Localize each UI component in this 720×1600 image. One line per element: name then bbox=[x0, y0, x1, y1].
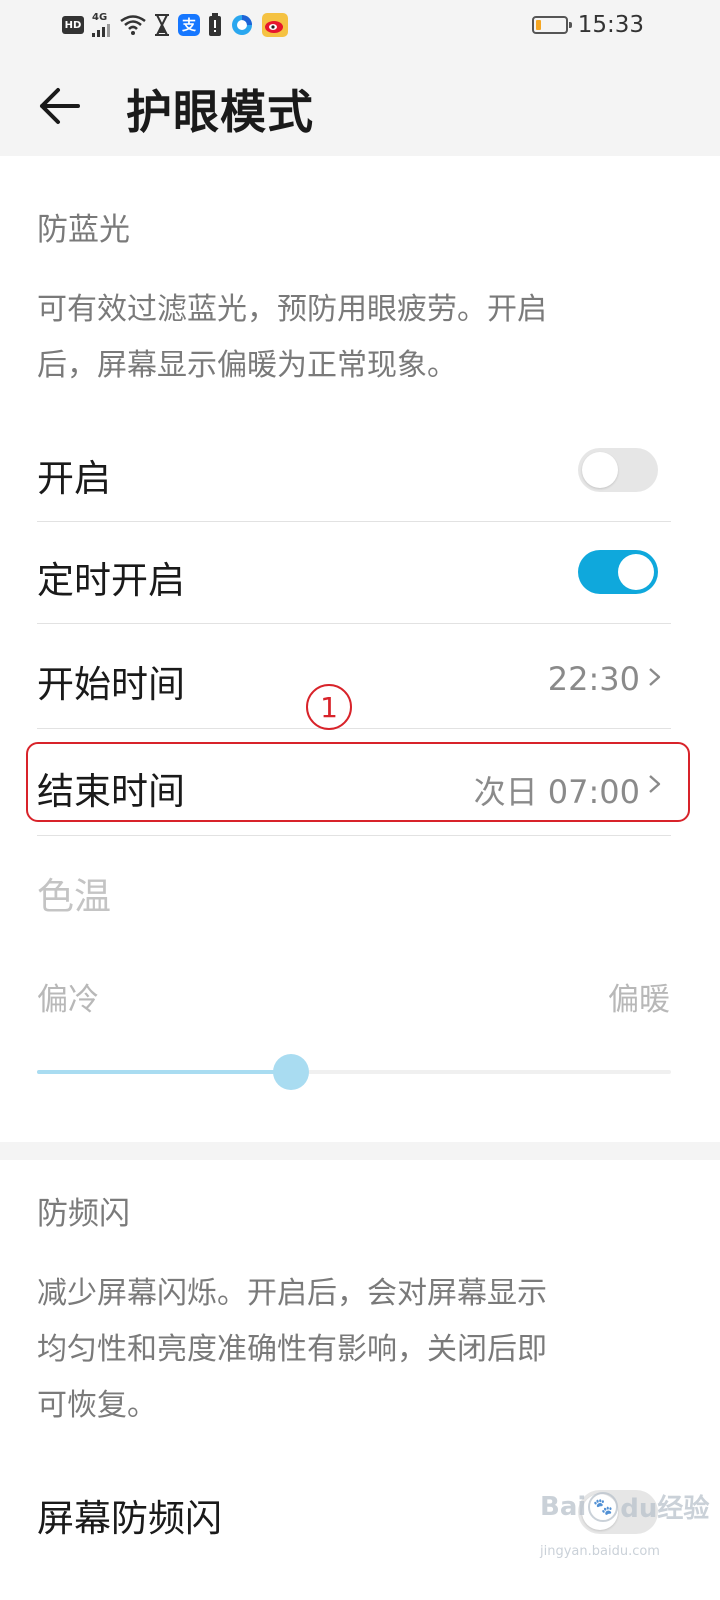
start-time-label: 开始时间 bbox=[37, 663, 185, 706]
battery-level bbox=[535, 20, 542, 30]
chevron-right-icon bbox=[649, 668, 661, 686]
blue-light-header: 防蓝光 bbox=[37, 212, 130, 248]
arrow-left-icon bbox=[40, 88, 80, 124]
hourglass-icon bbox=[154, 13, 170, 37]
anti-flicker-description: 减少屏幕闪烁。开启后，会对屏幕显示 均匀性和亮度准确性有影响，关闭后即 可恢复。 bbox=[37, 1276, 547, 1423]
slider-fill bbox=[37, 1070, 291, 1074]
wifi-icon bbox=[120, 13, 146, 37]
battery-icon bbox=[531, 16, 572, 34]
color-temp-label: 色温 bbox=[37, 875, 111, 918]
annotation-highlight bbox=[26, 742, 690, 822]
status-right: 15:33 bbox=[531, 10, 644, 40]
annotation-number: 1 bbox=[306, 684, 352, 730]
blue-light-description: 可有效过滤蓝光，预防用眼疲劳。开启 后，屏幕显示偏暖为正常现象。 bbox=[37, 292, 547, 383]
anti-flicker-header: 防频闪 bbox=[37, 1196, 130, 1232]
page-title: 护眼模式 bbox=[126, 85, 314, 139]
color-temp-slider[interactable] bbox=[37, 1052, 671, 1092]
alipay-icon: 支 bbox=[178, 14, 200, 36]
start-time-row[interactable]: 开始时间 22:30 bbox=[0, 624, 720, 728]
network-4g-icon: 4G bbox=[92, 13, 112, 37]
divider bbox=[37, 521, 671, 522]
paw-icon: 🐾 bbox=[588, 1491, 619, 1522]
baidu-watermark: Bai 🐾 du经验 bbox=[540, 1491, 710, 1524]
section-gap bbox=[0, 1142, 720, 1160]
divider bbox=[37, 835, 671, 836]
slider-thumb[interactable] bbox=[272, 1054, 309, 1090]
clock: 15:33 bbox=[577, 12, 644, 38]
status-bar: HD 4G 支 15:33 bbox=[0, 0, 720, 52]
cold-label: 偏冷 bbox=[37, 982, 99, 1018]
back-button[interactable] bbox=[36, 82, 84, 130]
weibo-icon bbox=[262, 13, 288, 37]
toggle-knob bbox=[582, 452, 618, 488]
browser-icon bbox=[230, 13, 254, 37]
app-bar: 护眼模式 bbox=[0, 52, 720, 156]
start-time-value: 22:30 bbox=[547, 660, 640, 698]
watermark-url: jingyan.baidu.com bbox=[540, 1544, 660, 1559]
enable-toggle[interactable] bbox=[578, 448, 658, 492]
toggle-knob bbox=[618, 554, 654, 590]
schedule-label: 定时开启 bbox=[37, 559, 185, 602]
warm-label: 偏暖 bbox=[608, 982, 670, 1018]
battery-saver-icon bbox=[208, 13, 222, 37]
status-icons: HD 4G 支 bbox=[62, 12, 288, 38]
schedule-toggle[interactable] bbox=[578, 550, 658, 594]
hd-icon: HD bbox=[62, 16, 84, 34]
enable-label: 开启 bbox=[37, 457, 111, 500]
anti-flicker-label: 屏幕防频闪 bbox=[37, 1497, 222, 1540]
